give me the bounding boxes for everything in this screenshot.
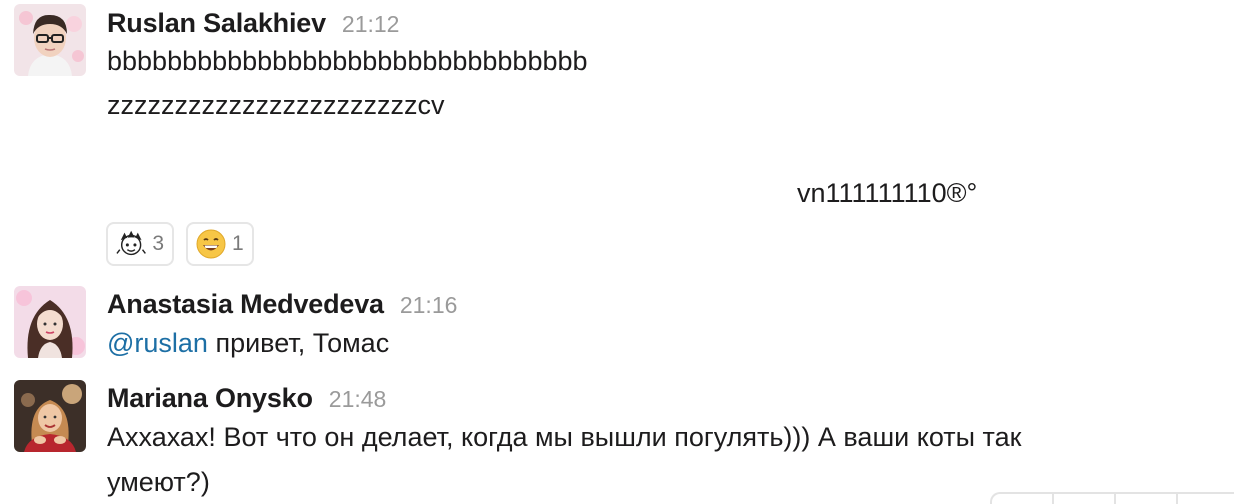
avatar[interactable] (14, 4, 86, 76)
author-name[interactable]: Anastasia Medvedeva (107, 289, 384, 320)
author-name[interactable]: Ruslan Salakhiev (107, 8, 326, 39)
message-header: Anastasia Medvedeva 21:16 (107, 289, 457, 320)
toolbar-button[interactable] (1052, 494, 1114, 504)
avatar-ruslan (14, 4, 86, 76)
message-text: Аххахах! Вот что он делает, когда мы выш… (107, 422, 1022, 452)
message-text: vn111111110®° (797, 178, 978, 208)
message-text: умеют?) (107, 467, 210, 497)
toolbar-button[interactable] (1176, 494, 1234, 504)
toolbar-button[interactable] (1114, 494, 1176, 504)
timestamp[interactable]: 21:12 (342, 11, 400, 38)
message-header: Mariana Onysko 21:48 (107, 383, 386, 414)
timestamp[interactable]: 21:48 (329, 386, 387, 413)
author-name[interactable]: Mariana Onysko (107, 383, 313, 414)
message-text: bbbbbbbbbbbbbbbbbbbbbbbbbbbbbbbb (107, 46, 588, 76)
message-actions-toolbar[interactable] (990, 492, 1234, 504)
timestamp[interactable]: 21:16 (400, 292, 458, 319)
message-text: zzzzzzzzzzzzzzzzzzzzzzzcv (107, 90, 445, 120)
message-header: Ruslan Salakhiev 21:12 (107, 8, 399, 39)
reaction-button[interactable]: 1 (186, 222, 254, 266)
avatar[interactable] (14, 286, 86, 358)
user-mention-link[interactable]: @ruslan (107, 328, 208, 358)
reaction-button[interactable]: 3 (106, 222, 174, 266)
avatar-mariana (14, 380, 86, 452)
message-body: привет, Томас (207, 328, 390, 358)
reaction-count: 3 (152, 232, 164, 255)
avatar-anastasia (14, 286, 86, 358)
avatar[interactable] (14, 380, 86, 452)
message-list: Ruslan Salakhiev 21:12 bbbbbbbbbbbbbbbbb… (0, 0, 1234, 504)
cartoon-face-icon (116, 230, 146, 256)
grinning-face-emoji-icon (196, 229, 226, 259)
toolbar-button[interactable] (992, 494, 1052, 504)
message-text: @ruslan привет, Томас (107, 328, 389, 359)
reaction-count: 1 (232, 232, 244, 255)
